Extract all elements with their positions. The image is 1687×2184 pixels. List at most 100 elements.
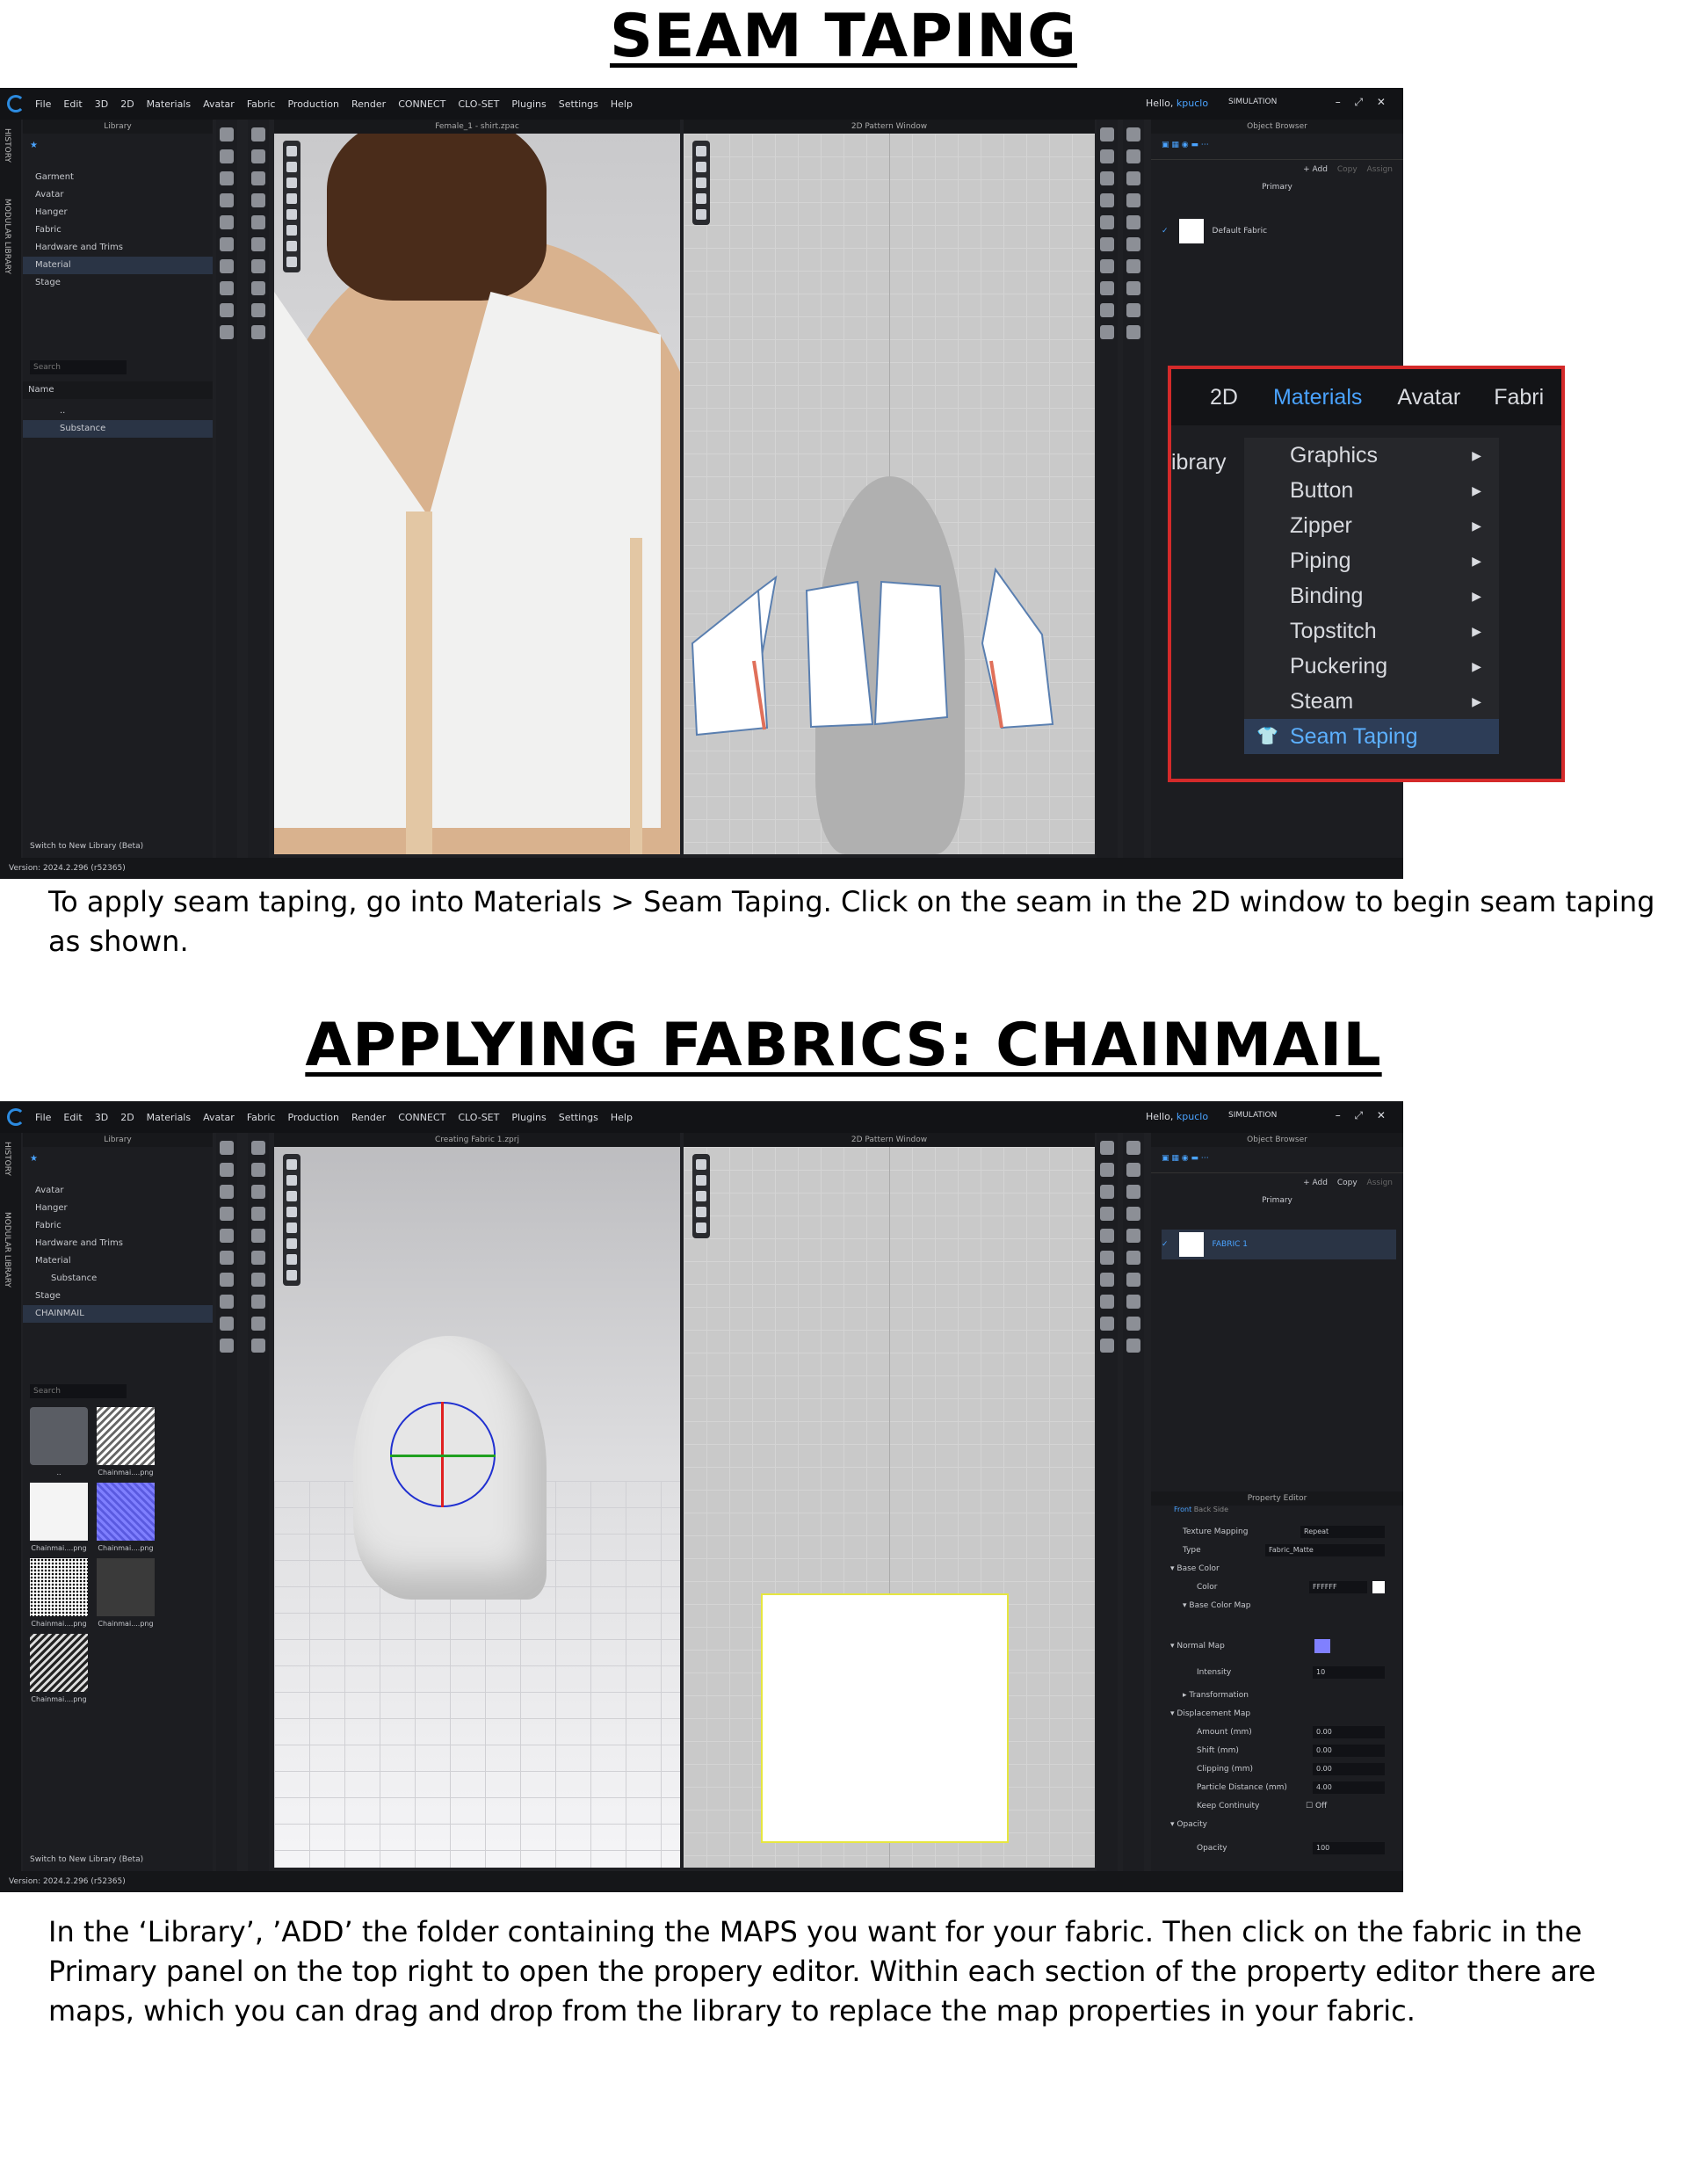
tree-item-substance[interactable]: Substance	[23, 1270, 213, 1288]
3d-toolbar-left[interactable]	[216, 1133, 237, 1871]
chainmail-map-thumb[interactable]	[30, 1483, 88, 1541]
prop-section-base-color-map[interactable]: ▾ Base Color Map	[1151, 1597, 1403, 1614]
texture-mapping-select[interactable]: Repeat	[1300, 1526, 1385, 1538]
3d-view-toolbar[interactable]	[283, 1154, 300, 1286]
object-browser-tabs[interactable]: ▣ ▦ ◉ ▬ ⋯	[1151, 134, 1403, 160]
color-swatch[interactable]	[1372, 1581, 1385, 1593]
window-controls[interactable]: – ⤢ ✕	[1336, 96, 1391, 109]
assign-button[interactable]: Assign	[1367, 1179, 1393, 1187]
prop-section-displacement-map[interactable]: ▾ Displacement Map	[1151, 1705, 1403, 1723]
zoom-menu-materials[interactable]: Materials	[1273, 385, 1362, 410]
simulation-mode-select[interactable]: SIMULATION	[1228, 98, 1277, 106]
simulation-mode-select[interactable]: SIMULATION	[1228, 1111, 1277, 1120]
chainmail-normal-thumb[interactable]	[97, 1483, 155, 1541]
history-tab[interactable]: HISTORY	[3, 128, 11, 163]
chainmail-map-thumb[interactable]	[30, 1558, 88, 1616]
menu-connect[interactable]: CONNECT	[398, 98, 445, 110]
color-hex-field[interactable]: FFFFFF	[1309, 1581, 1367, 1593]
menu-3d[interactable]: 3D	[95, 1112, 108, 1123]
menu-materials[interactable]: Materials	[147, 98, 191, 110]
type-select[interactable]: Fabric_Matte	[1265, 1544, 1385, 1556]
library-toolbar[interactable]: ★	[23, 1147, 213, 1182]
menu-fabric[interactable]: Fabric	[247, 1112, 276, 1123]
normal-map-swatch[interactable]	[1314, 1639, 1330, 1653]
file-row-parent[interactable]: ..	[30, 403, 213, 420]
library-search-input[interactable]: Search	[30, 360, 127, 374]
gizmo-axis-x[interactable]	[390, 1455, 496, 1457]
modular-library-tab[interactable]: MODULAR LIBRARY	[3, 1212, 11, 1288]
menu-help[interactable]: Help	[611, 98, 633, 110]
prop-section-opacity[interactable]: ▾ Opacity	[1151, 1816, 1403, 1833]
switch-library-link[interactable]: Switch to New Library (Beta)	[30, 842, 143, 851]
menu-avatar[interactable]: Avatar	[203, 98, 235, 110]
pe-tab-front[interactable]: Front	[1174, 1506, 1191, 1513]
copy-button[interactable]: Copy	[1337, 165, 1358, 174]
chainmail-map-thumb[interactable]	[97, 1558, 155, 1616]
menu-edit[interactable]: Edit	[63, 98, 82, 110]
menu-clo-set[interactable]: CLO-SET	[458, 98, 499, 110]
menu-2d[interactable]: 2D	[120, 1112, 134, 1123]
zoom-menu-fabric[interactable]: Fabri	[1494, 385, 1544, 410]
tree-item-hanger[interactable]: Hanger	[23, 204, 213, 221]
menu-production[interactable]: Production	[287, 1112, 339, 1123]
2d-toolbar-left[interactable]	[1097, 1133, 1118, 1871]
copy-button[interactable]: Copy	[1337, 1179, 1358, 1187]
menu-item-piping[interactable]: Piping ▶	[1244, 543, 1499, 578]
tree-item-garment[interactable]: Garment	[23, 169, 213, 186]
menu-settings[interactable]: Settings	[559, 1112, 598, 1123]
menu-fabric[interactable]: Fabric	[247, 98, 276, 110]
assign-button[interactable]: Assign	[1367, 165, 1393, 174]
tree-item-fabric[interactable]: Fabric	[23, 221, 213, 239]
prop-section-normal-map[interactable]: ▾ Normal Map	[1151, 1637, 1403, 1655]
clipping-field[interactable]: 0.00	[1313, 1763, 1385, 1775]
tree-item-material[interactable]: Material	[23, 257, 213, 274]
menu-connect[interactable]: CONNECT	[398, 1112, 445, 1123]
2d-view-toolbar[interactable]	[692, 141, 710, 225]
menu-avatar[interactable]: Avatar	[203, 1112, 235, 1123]
tree-item-material[interactable]: Material	[23, 1252, 213, 1270]
tree-item-stage[interactable]: Stage	[23, 1288, 213, 1305]
modular-library-tab[interactable]: MODULAR LIBRARY	[3, 199, 11, 274]
menu-plugins[interactable]: Plugins	[511, 98, 546, 110]
2d-pattern-window[interactable]	[684, 134, 1095, 854]
menu-plugins[interactable]: Plugins	[511, 1112, 546, 1123]
object-browser-tabs[interactable]: ▣ ▦ ◉ ▬ ⋯	[1151, 1147, 1403, 1173]
library-search-input[interactable]: Search	[30, 1384, 127, 1398]
3d-toolbar-left[interactable]	[216, 120, 237, 858]
shift-field[interactable]: 0.00	[1313, 1745, 1385, 1757]
3d-toolbar-right[interactable]	[248, 1133, 269, 1871]
2d-toolbar-right[interactable]	[1123, 1133, 1144, 1871]
menu-3d[interactable]: 3D	[95, 98, 108, 110]
particle-distance-field[interactable]: 4.00	[1313, 1781, 1385, 1794]
tree-item-hanger[interactable]: Hanger	[23, 1200, 213, 1217]
tree-item-avatar[interactable]: Avatar	[23, 1182, 213, 1200]
prop-section-base-color[interactable]: ▾ Base Color	[1151, 1560, 1403, 1578]
menu-item-binding[interactable]: Binding ▶	[1244, 578, 1499, 613]
history-tab[interactable]: HISTORY	[3, 1142, 11, 1176]
menu-item-button[interactable]: Button ▶	[1244, 473, 1499, 508]
fabric-list-item[interactable]: ✓ FABRIC 1	[1162, 1230, 1396, 1259]
tree-item-avatar[interactable]: Avatar	[23, 186, 213, 204]
add-button[interactable]: + Add	[1303, 1179, 1328, 1187]
menu-settings[interactable]: Settings	[559, 98, 598, 110]
tree-item-chainmail[interactable]: CHAINMAIL	[23, 1305, 213, 1323]
file-row-substance[interactable]: Substance	[23, 420, 213, 438]
menu-help[interactable]: Help	[611, 1112, 633, 1123]
pe-tab-back[interactable]: Back	[1194, 1506, 1211, 1513]
pe-tabs[interactable]: Front Back Side	[1151, 1506, 1403, 1516]
zoom-menu-2d[interactable]: 2D	[1210, 385, 1238, 410]
menu-edit[interactable]: Edit	[63, 1112, 82, 1123]
3d-viewport[interactable]	[274, 134, 680, 854]
menu-file[interactable]: File	[35, 1112, 51, 1123]
library-toolbar[interactable]: ★	[23, 134, 213, 169]
amount-field[interactable]: 0.00	[1313, 1726, 1385, 1738]
menu-2d[interactable]: 2D	[120, 98, 134, 110]
switch-library-link[interactable]: Switch to New Library (Beta)	[30, 1855, 143, 1864]
3d-toolbar-right[interactable]	[248, 120, 269, 858]
fabric-list-item[interactable]: ✓ Default Fabric	[1162, 216, 1396, 246]
menu-item-zipper[interactable]: Zipper ▶	[1244, 508, 1499, 543]
pattern-pieces[interactable]	[684, 134, 1095, 854]
prop-section-transformation[interactable]: ▸ Transformation	[1151, 1687, 1403, 1704]
folder-icon[interactable]	[30, 1407, 88, 1465]
2d-toolbar-left[interactable]	[1097, 120, 1118, 858]
